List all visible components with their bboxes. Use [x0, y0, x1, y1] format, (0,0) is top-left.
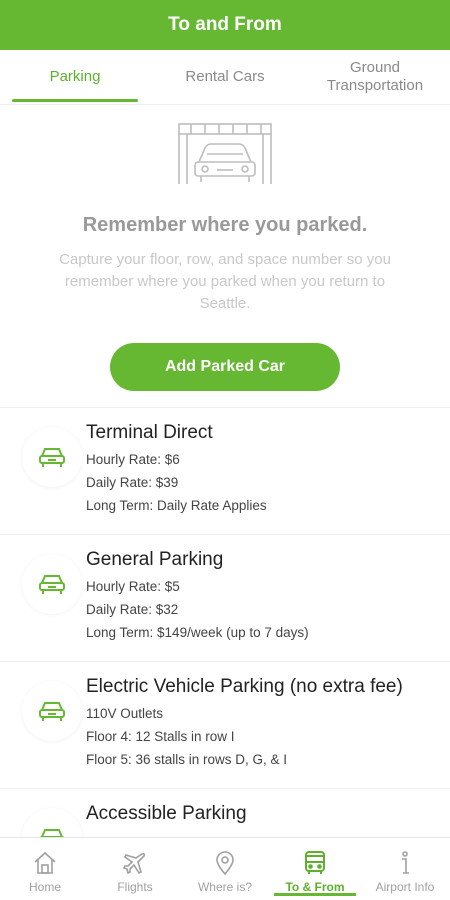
tab-parking-label: Parking [49, 68, 101, 85]
empty-state-description: Capture your floor, row, and space numbe… [59, 251, 391, 312]
location-pin-icon [216, 851, 234, 876]
nav-home-label: Home [28, 880, 61, 894]
info-icon [402, 851, 409, 874]
garage-car-illustration [178, 123, 272, 184]
car-icon [39, 448, 65, 467]
parking-option-title: Electric Vehicle Parking (no extra fee) [86, 676, 403, 697]
app-header: To and From [0, 0, 450, 50]
tab-ground-transportation-label: Ground Transportation [326, 59, 424, 94]
tab-bar: Parking Rental Cars Ground Transportatio… [0, 50, 450, 105]
parking-option-detail: Daily Rate: $32 [86, 602, 179, 617]
parking-option-detail: Floor 4: 12 Stalls in row I [86, 729, 235, 744]
parking-option-terminal-direct[interactable]: Terminal Direct Hourly Rate: $6 Daily Ra… [0, 408, 450, 535]
empty-state-title: Remember where you parked. [82, 214, 368, 236]
parking-option-detail: Daily Rate: $39 [86, 475, 179, 490]
empty-state: Remember where you parked. Capture your … [0, 110, 450, 391]
parking-option-general-parking[interactable]: General Parking Hourly Rate: $5 Daily Ra… [0, 535, 450, 662]
car-icon [39, 829, 65, 837]
nav-home[interactable]: Home [0, 838, 90, 900]
parking-option-detail: Hourly Rate: $5 [86, 579, 180, 594]
car-icon [39, 702, 65, 721]
parking-options-list: Terminal Direct Hourly Rate: $6 Daily Ra… [0, 407, 450, 837]
parking-option-icon [22, 681, 82, 741]
tab-rental-cars-label: Rental Cars [185, 68, 265, 85]
add-parked-car-button[interactable]: Add Parked Car [110, 343, 340, 391]
page-title: To and From [168, 14, 282, 35]
parking-option-accessible-parking[interactable]: Accessible Parking [0, 789, 450, 837]
nav-where-is-label: Where is? [197, 880, 253, 894]
plane-icon [122, 852, 146, 875]
parking-option-detail: Floor 5: 36 stalls in rows D, G, & I [86, 752, 288, 767]
tab-ground-transportation[interactable]: Ground Transportation [300, 50, 450, 104]
parking-option-electric-vehicle[interactable]: Electric Vehicle Parking (no extra fee) … [0, 662, 450, 789]
tab-parking[interactable]: Parking [0, 50, 150, 104]
car-icon [39, 575, 65, 594]
parking-option-detail: 110V Outlets [86, 706, 164, 721]
parking-option-icon [22, 808, 82, 837]
nav-where-is[interactable]: Where is? [180, 838, 270, 900]
home-icon [34, 851, 56, 874]
nav-flights-label: Flights [117, 880, 153, 894]
bus-icon [305, 851, 325, 874]
nav-airport-info-label: Airport Info [375, 880, 435, 894]
parking-option-detail: Long Term: $149/week (up to 7 days) [86, 625, 309, 640]
parking-option-detail: Hourly Rate: $6 [86, 452, 180, 467]
parking-option-title: Accessible Parking [86, 803, 247, 824]
parking-option-title: General Parking [86, 549, 224, 570]
parking-option-title: Terminal Direct [86, 422, 213, 443]
parking-option-detail: Long Term: Daily Rate Applies [86, 498, 267, 513]
bottom-navigation: Home Flights Where is? To & From Airport… [0, 837, 450, 900]
nav-to-and-from-label: To & From [285, 880, 345, 894]
nav-flights[interactable]: Flights [90, 838, 180, 900]
nav-airport-info[interactable]: Airport Info [360, 838, 450, 900]
parking-option-icon [22, 427, 82, 487]
parking-option-icon [22, 554, 82, 614]
nav-to-and-from[interactable]: To & From [270, 838, 360, 900]
tab-rental-cars[interactable]: Rental Cars [150, 50, 300, 104]
